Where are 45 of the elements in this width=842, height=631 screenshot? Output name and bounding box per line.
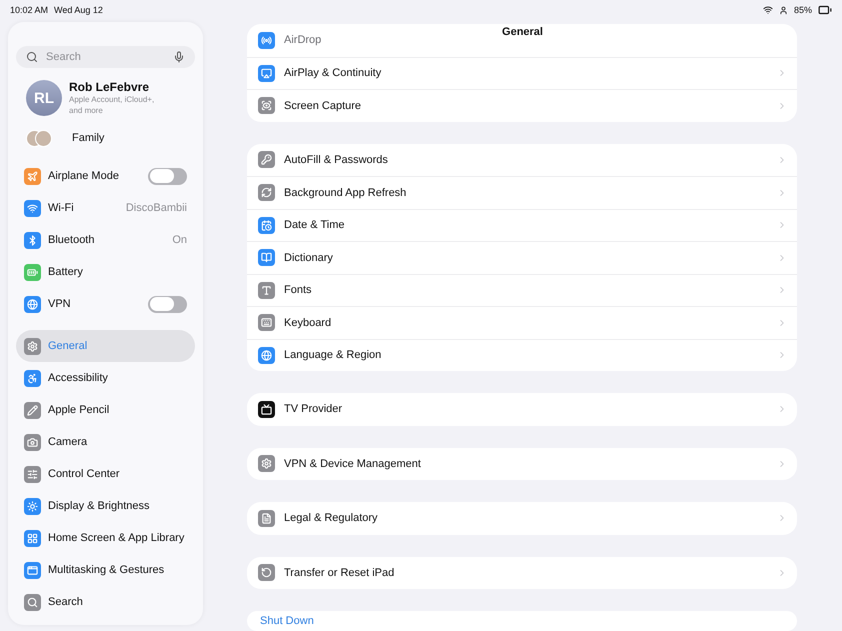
settings-row[interactable]: Dictionary (284, 252, 768, 264)
settings-row[interactable]: Legal & Regulatory (284, 512, 768, 524)
profile-name: Rob LeFebvre (69, 80, 150, 94)
settings-row[interactable]: VPN & Device Management (284, 458, 768, 470)
item-value: DiscoBambii (126, 202, 187, 214)
sidebar-item[interactable]: VPN (16, 288, 195, 320)
settings-row[interactable]: Background App Refresh (284, 186, 768, 199)
sidebar-item[interactable]: Battery (16, 256, 195, 288)
profile-subtitle: Apple Account, iCloud+, and more (69, 94, 156, 116)
settings-row[interactable]: Fonts (284, 284, 768, 296)
battery-percent: 85% (794, 5, 812, 15)
settings-row[interactable]: TV Provider (284, 403, 768, 416)
search-icon (26, 51, 38, 63)
sidebar-item[interactable]: Wi-Fi DiscoBambii (16, 192, 195, 224)
toggle-switch[interactable] (148, 168, 187, 184)
sidebar-item[interactable]: Home Screen & App Library (16, 522, 195, 554)
sidebar-item[interactable]: Accessibility (16, 362, 195, 394)
settings-row[interactable]: AirPlay & Continuity (284, 67, 768, 80)
family-label[interactable]: Family (72, 132, 104, 144)
settings-row[interactable]: AutoFill & Passwords (284, 154, 768, 166)
sidebar-item[interactable]: Bluetooth On (16, 224, 195, 256)
sidebar-item[interactable]: Apple Pencil (16, 394, 195, 426)
settings-row[interactable]: Language & Region (284, 349, 768, 362)
settings-row[interactable]: Screen Capture (284, 100, 768, 112)
settings-row[interactable]: Transfer or Reset iPad (284, 566, 768, 579)
status-time: 10:02 AM (10, 5, 48, 15)
sidebar-item[interactable]: Multitasking & Gestures (16, 554, 195, 586)
search-field[interactable]: Search (16, 46, 195, 68)
settings-row[interactable]: Date & Time (284, 219, 768, 232)
search-input[interactable]: Search (44, 50, 167, 64)
sidebar-item[interactable]: Airplane Mode (16, 160, 195, 192)
settings-row[interactable]: Keyboard (284, 316, 768, 329)
person-icon (778, 6, 788, 14)
avatar (35, 130, 52, 146)
wifi-icon (762, 5, 773, 15)
item-value: On (172, 234, 187, 246)
sidebar-item[interactable]: Search (16, 586, 195, 618)
microphone-icon[interactable] (173, 51, 185, 63)
sidebar-item[interactable]: Display & Brightness (16, 490, 195, 522)
battery-icon (818, 3, 832, 17)
status-date: Wed Aug 12 (54, 5, 103, 15)
sidebar-item[interactable]: Control Center (16, 458, 195, 490)
toggle-switch[interactable] (148, 296, 187, 312)
shut-down-link[interactable]: Shut Down (247, 611, 797, 631)
sidebar-item[interactable]: Camera (16, 426, 195, 458)
